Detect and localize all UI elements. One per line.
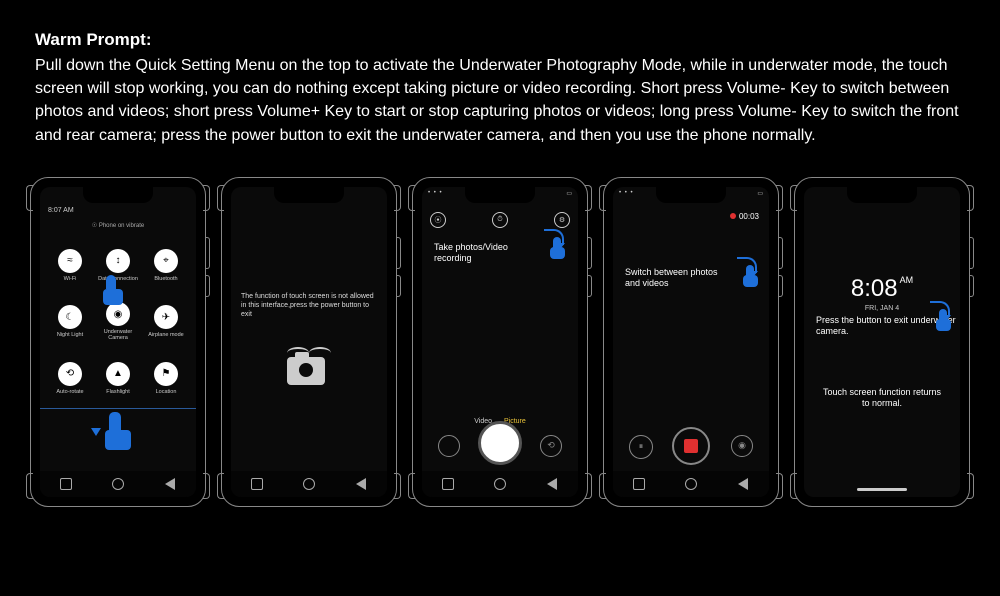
qs-tile-airplane[interactable]: ✈ Airplane mode — [142, 293, 190, 350]
rec-dot-icon — [730, 213, 736, 219]
caption-touch-normal: Touch screen function returns to normal. — [818, 387, 946, 410]
qs-label: Wi-Fi — [64, 276, 77, 282]
phone-lockscreen: 8:08AM FRI, JAN 4 Press the button to ex… — [794, 177, 970, 507]
status-left: • • • — [619, 190, 634, 202]
recents-button[interactable] — [632, 477, 646, 491]
battery-icon: ▭ — [566, 190, 572, 202]
caption-text: Take photos/Video recording — [434, 242, 508, 263]
qs-status-label: Phone on vibrate — [99, 223, 144, 229]
gallery-thumbnail[interactable] — [438, 435, 460, 457]
caption-text: Switch between photos and videos — [625, 267, 718, 288]
phone-row: 8:07 AM ☉ Phone on vibrate ≈Wi-Fi ↕Data … — [0, 162, 1000, 507]
swipe-down-indicator-icon — [101, 412, 135, 452]
location-icon: ⚑ — [154, 362, 178, 386]
qs-grid: ≈Wi-Fi ↕Data connection ⌖Bluetooth ☾Nigh… — [40, 237, 196, 407]
settings-icon[interactable]: ⚙ — [554, 212, 570, 228]
phone-camera-photo-mode: • • • ▭ ⦿ ⏱ ⚙ Take photos/Video recordin… — [412, 177, 588, 507]
status-left: • • • — [428, 190, 443, 202]
notch — [847, 187, 917, 203]
qs-tile-wifi[interactable]: ≈ Wi-Fi — [46, 237, 94, 294]
lock-time: 8:08 — [851, 275, 898, 302]
notch — [274, 187, 344, 203]
pause-button[interactable]: ⏸ — [629, 435, 653, 459]
phone-underwater-splash: The function of touch screen is not allo… — [221, 177, 397, 507]
rotate-icon: ⟲ — [58, 362, 82, 386]
press-indicator-icon — [735, 265, 761, 289]
qs-time: 8:07 AM — [48, 207, 74, 214]
nav-bar — [422, 471, 578, 497]
caption-switch-mode: Switch between photos and videos — [625, 267, 735, 289]
caption-take-photo: Take photos/Video recording — [434, 242, 529, 264]
press-indicator-icon — [542, 237, 568, 261]
qs-label: Night Light — [57, 332, 83, 338]
shutter-button[interactable] — [478, 421, 522, 465]
qs-tile-flashlight[interactable]: ▲ Flashlight — [94, 350, 142, 407]
data-icon: ↕ — [106, 249, 130, 273]
home-button[interactable] — [302, 477, 316, 491]
qs-tile-rotate[interactable]: ⟲ Auto-rotate — [46, 350, 94, 407]
splash-message: The function of touch screen is not allo… — [241, 292, 377, 319]
camera-top-row: ⦿ ⏱ ⚙ — [430, 212, 570, 228]
home-button[interactable] — [493, 477, 507, 491]
hdr-icon[interactable]: ⦿ — [430, 212, 446, 228]
snapshot-button[interactable]: ◉ — [731, 435, 753, 457]
qs-status-text: ☉ Phone on vibrate — [40, 222, 196, 229]
body-text: Pull down the Quick Setting Menu on the … — [35, 54, 965, 147]
tap-indicator-icon — [100, 275, 126, 307]
qs-label: Auto-rotate — [56, 389, 83, 395]
recents-button[interactable] — [59, 477, 73, 491]
bluetooth-icon: ⌖ — [154, 249, 178, 273]
home-button[interactable] — [684, 477, 698, 491]
back-button[interactable] — [736, 477, 750, 491]
qs-label: Underwater Camera — [94, 329, 142, 341]
back-button[interactable] — [545, 477, 559, 491]
underwater-camera-icon — [287, 347, 331, 391]
timer-icon[interactable]: ⏱ — [492, 212, 508, 228]
battery-icon: ▭ — [757, 190, 763, 202]
back-button[interactable] — [354, 477, 368, 491]
recents-button[interactable] — [441, 477, 455, 491]
nav-bar — [231, 471, 387, 497]
qs-tile-location[interactable]: ⚑ Location — [142, 350, 190, 407]
lock-ampm: AM — [900, 275, 914, 285]
recents-button[interactable] — [250, 477, 264, 491]
back-button[interactable] — [163, 477, 177, 491]
home-indicator[interactable] — [857, 488, 907, 491]
divider — [40, 408, 196, 409]
airplane-icon: ✈ — [154, 305, 178, 329]
header-block: Warm Prompt: Pull down the Quick Setting… — [0, 0, 1000, 162]
switch-camera-icon[interactable]: ⟲ — [540, 435, 562, 457]
qs-label: Bluetooth — [154, 276, 177, 282]
flashlight-icon: ▲ — [106, 362, 130, 386]
rec-time: 00:03 — [739, 212, 759, 221]
night-icon: ☾ — [58, 305, 82, 329]
qs-tile-night[interactable]: ☾ Night Light — [46, 293, 94, 350]
wifi-icon: ≈ — [58, 249, 82, 273]
press-indicator-icon — [928, 309, 954, 333]
phone-quick-settings: 8:07 AM ☉ Phone on vibrate ≈Wi-Fi ↕Data … — [30, 177, 206, 507]
title: Warm Prompt: — [35, 30, 965, 50]
qs-label: Location — [156, 389, 177, 395]
qs-label: Airplane mode — [148, 332, 183, 338]
stop-record-button[interactable] — [672, 427, 710, 465]
qs-tile-bluetooth[interactable]: ⌖ Bluetooth — [142, 237, 190, 294]
phone-camera-video-mode: • • • ▭ 00:03 Switch between photos and … — [603, 177, 779, 507]
qs-label: Flashlight — [106, 389, 130, 395]
nav-bar — [613, 471, 769, 497]
notch — [656, 187, 726, 203]
recording-indicator: 00:03 — [730, 212, 759, 221]
notch — [465, 187, 535, 203]
home-button[interactable] — [111, 477, 125, 491]
notch — [83, 187, 153, 203]
nav-bar — [40, 471, 196, 497]
